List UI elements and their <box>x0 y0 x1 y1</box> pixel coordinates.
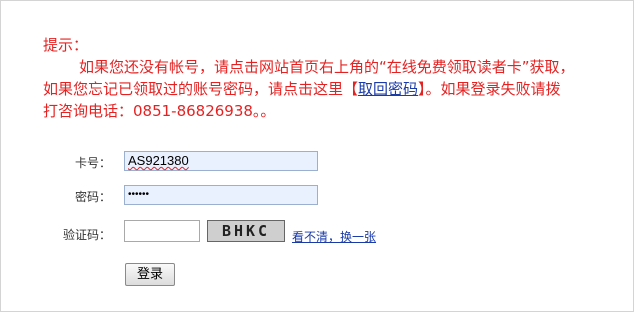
notice-line-2: 如果您忘记已领取过的账号密码，请点击这里【取回密码】。如果登录失败请拨 <box>43 78 623 100</box>
notice-line-2-prefix: 如果您忘记已领取过的账号密码，请点击这里【 <box>43 80 359 98</box>
notice-line-2-suffix: 】。如果登录失败请拨 <box>418 80 561 98</box>
captcha-input[interactable] <box>124 220 200 242</box>
retrieve-password-link[interactable]: 取回密码 <box>358 80 418 98</box>
captcha-label: 验证码： <box>62 228 111 242</box>
password-label: 密码： <box>74 190 111 204</box>
notice-title: 提示： <box>43 36 89 54</box>
notice-line-1: 如果您还没有帐号，请点击网站首页右上角的“在线免费领取读者卡”获取， <box>79 58 575 76</box>
login-panel: 提示： 如果您还没有帐号，请点击网站首页右上角的“在线免费领取读者卡”获取， 如… <box>0 0 634 312</box>
card-number-input[interactable]: AS921380 <box>124 151 318 171</box>
refresh-captcha-link[interactable]: 看不清，换一张 <box>292 228 376 245</box>
password-value: •••••• <box>128 189 150 200</box>
card-number-value: AS921380 <box>128 153 189 168</box>
password-input[interactable]: •••••• <box>124 185 318 205</box>
card-number-label: 卡号： <box>74 156 111 170</box>
captcha-image: BHKC <box>207 220 285 242</box>
notice-line-3: 打咨询电话：0851-86826938。。 <box>43 102 276 120</box>
notice-block: 提示： 如果您还没有帐号，请点击网站首页右上角的“在线免费领取读者卡”获取， 如… <box>43 34 623 122</box>
login-button[interactable]: 登录 <box>125 263 175 286</box>
